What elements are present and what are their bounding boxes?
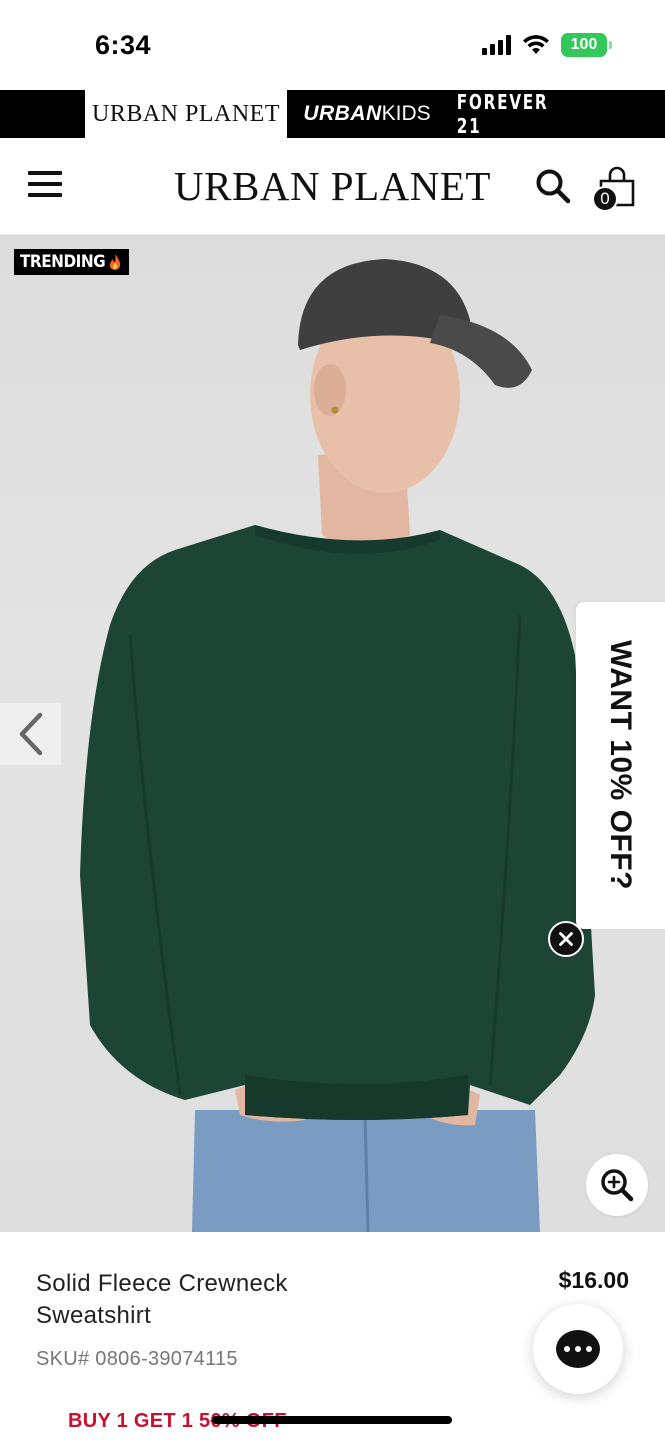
signal-icon [482, 35, 511, 55]
tab-urban-kids-thin: KIDS [381, 102, 431, 125]
menu-icon[interactable] [28, 171, 62, 201]
product-image-gallery[interactable]: TRENDING WANT 10% OFF? [0, 235, 665, 1232]
chat-button[interactable] [533, 1304, 623, 1394]
chevron-left-icon [19, 712, 42, 756]
product-sku: SKU# 0806-39074115 [36, 1348, 238, 1370]
cart-count-badge: 0 [592, 186, 618, 212]
tab-urban-planet[interactable]: URBAN PLANET [85, 90, 287, 138]
status-bar: 6:34 100 [0, 0, 665, 90]
product-price: $16.00 [558, 1267, 629, 1293]
brand-bar-spacer [0, 90, 85, 138]
zoom-in-icon [601, 1169, 634, 1202]
trending-badge: TRENDING [14, 249, 130, 275]
search-icon[interactable] [535, 168, 571, 204]
discount-popup-label: WANT 10% OFF? [604, 640, 637, 890]
close-discount-button[interactable] [548, 921, 584, 957]
cart-button[interactable]: 0 [591, 164, 639, 212]
brand-switcher-bar: URBAN PLANET URBAN KIDS FOREVER 21 [0, 90, 665, 138]
trending-badge-label: TRENDING [20, 252, 106, 272]
site-header: URBAN PLANET 0 [0, 138, 665, 235]
tab-urban-kids-bold: URBAN [303, 102, 382, 125]
zoom-button[interactable] [586, 1154, 648, 1216]
fire-icon [110, 254, 121, 270]
product-info: Solid Fleece Crewneck Sweatshirt $16.00 … [0, 1232, 665, 1440]
promo-message-text: BUY 1 GET 1 5 [68, 1410, 211, 1432]
wifi-icon [523, 35, 549, 54]
product-name: Solid Fleece Crewneck Sweatshirt [36, 1270, 288, 1329]
battery-level: 100 [570, 36, 598, 53]
status-time: 6:34 [95, 30, 152, 60]
previous-image-button[interactable] [0, 703, 61, 765]
battery-icon: 100 [561, 33, 612, 57]
status-icons: 100 [482, 33, 612, 57]
site-logo[interactable]: URBAN PLANET [150, 162, 515, 210]
tab-urban-kids[interactable]: URBAN KIDS [287, 90, 447, 138]
product-photo [80, 259, 595, 1232]
chat-icon [556, 1330, 600, 1368]
tab-forever-21[interactable]: FOREVER 21 [457, 90, 568, 138]
discount-popup-tab[interactable]: WANT 10% OFF? [576, 602, 665, 929]
home-indicator[interactable] [212, 1416, 452, 1424]
close-icon [559, 932, 573, 946]
